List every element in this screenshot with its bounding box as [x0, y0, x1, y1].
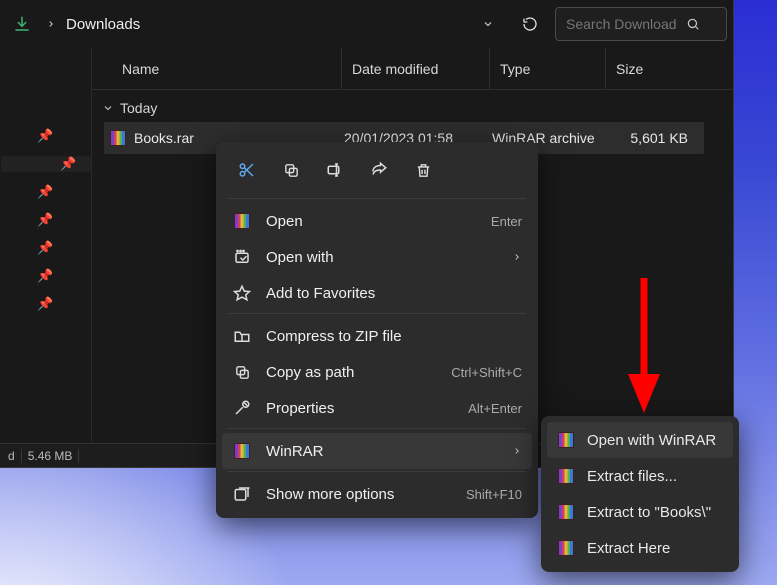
menu-open-with[interactable]: Open with: [222, 239, 532, 275]
rar-file-icon: [234, 443, 250, 459]
submenu-open-with-winrar[interactable]: Open with WinRAR: [547, 422, 733, 458]
menu-winrar[interactable]: WinRAR: [222, 433, 532, 469]
winrar-submenu: Open with WinRAR Extract files... Extrac…: [541, 416, 739, 572]
history-dropdown-button[interactable]: [471, 8, 505, 40]
pin-icon[interactable]: 📌: [37, 212, 53, 228]
context-menu: Open Enter Open with Add to Favorites Co…: [216, 142, 538, 518]
chevron-right-icon: [46, 19, 56, 29]
rar-file-icon: [558, 468, 574, 484]
nav-sidebar: 📌 📌 📌 📌 📌 📌 📌: [0, 48, 92, 467]
rar-file-icon: [558, 432, 574, 448]
more-options-icon: [232, 485, 252, 503]
submenu-extract-here[interactable]: Extract Here: [547, 530, 733, 566]
pin-icon[interactable]: 📌: [37, 268, 53, 284]
file-size: 5,601 KB: [608, 130, 688, 146]
rar-file-icon: [558, 540, 574, 556]
status-selected-suffix: d: [8, 449, 15, 463]
menu-add-favorites[interactable]: Add to Favorites: [222, 275, 532, 311]
rename-button[interactable]: [316, 154, 354, 186]
delete-button[interactable]: [404, 154, 442, 186]
pin-icon[interactable]: 📌: [37, 184, 53, 200]
chevron-down-icon: [102, 102, 114, 114]
zip-folder-icon: [232, 327, 252, 345]
divider: [78, 449, 79, 463]
column-date[interactable]: Date modified: [342, 48, 490, 89]
properties-icon: [232, 399, 252, 417]
toolbar: Downloads: [0, 0, 733, 48]
file-name: Books.rar: [134, 130, 194, 146]
cut-button[interactable]: [228, 154, 266, 186]
share-button[interactable]: [360, 154, 398, 186]
group-label: Today: [120, 100, 157, 116]
quick-actions-row: [222, 148, 532, 196]
group-header-today[interactable]: Today: [92, 90, 733, 122]
column-name[interactable]: Name: [112, 48, 342, 89]
divider: [21, 449, 22, 463]
submenu-extract-to[interactable]: Extract to "Books\": [547, 494, 733, 530]
menu-copy-path[interactable]: Copy as path Ctrl+Shift+C: [222, 354, 532, 390]
status-selected-size: 5.46 MB: [28, 449, 73, 463]
annotation-arrow: [624, 278, 664, 418]
submenu-extract-files[interactable]: Extract files...: [547, 458, 733, 494]
rar-file-icon: [234, 213, 250, 229]
rar-file-icon: [558, 504, 574, 520]
rar-file-icon: [110, 130, 126, 146]
column-size[interactable]: Size: [606, 48, 733, 89]
star-icon: [232, 284, 252, 302]
copy-button[interactable]: [272, 154, 310, 186]
pin-icon[interactable]: 📌: [37, 240, 53, 256]
menu-compress-zip[interactable]: Compress to ZIP file: [222, 318, 532, 354]
menu-properties[interactable]: Properties Alt+Enter: [222, 390, 532, 426]
open-with-icon: [232, 248, 252, 266]
pin-icon[interactable]: 📌: [37, 296, 53, 312]
search-icon: [686, 17, 700, 31]
column-type[interactable]: Type: [490, 48, 606, 89]
chevron-right-icon: [512, 252, 522, 262]
search-box[interactable]: [555, 7, 727, 41]
chevron-right-icon: [512, 446, 522, 456]
search-input[interactable]: [566, 16, 676, 32]
refresh-button[interactable]: [513, 8, 547, 40]
breadcrumb-location[interactable]: Downloads: [66, 16, 140, 33]
menu-show-more-options[interactable]: Show more options Shift+F10: [222, 476, 532, 512]
menu-open[interactable]: Open Enter: [222, 203, 532, 239]
copy-path-icon: [232, 364, 252, 381]
column-headers: Name Date modified Type Size: [92, 48, 733, 90]
pin-icon[interactable]: 📌: [37, 128, 53, 144]
pin-icon[interactable]: 📌: [1, 156, 91, 172]
downloads-icon: [12, 14, 32, 34]
